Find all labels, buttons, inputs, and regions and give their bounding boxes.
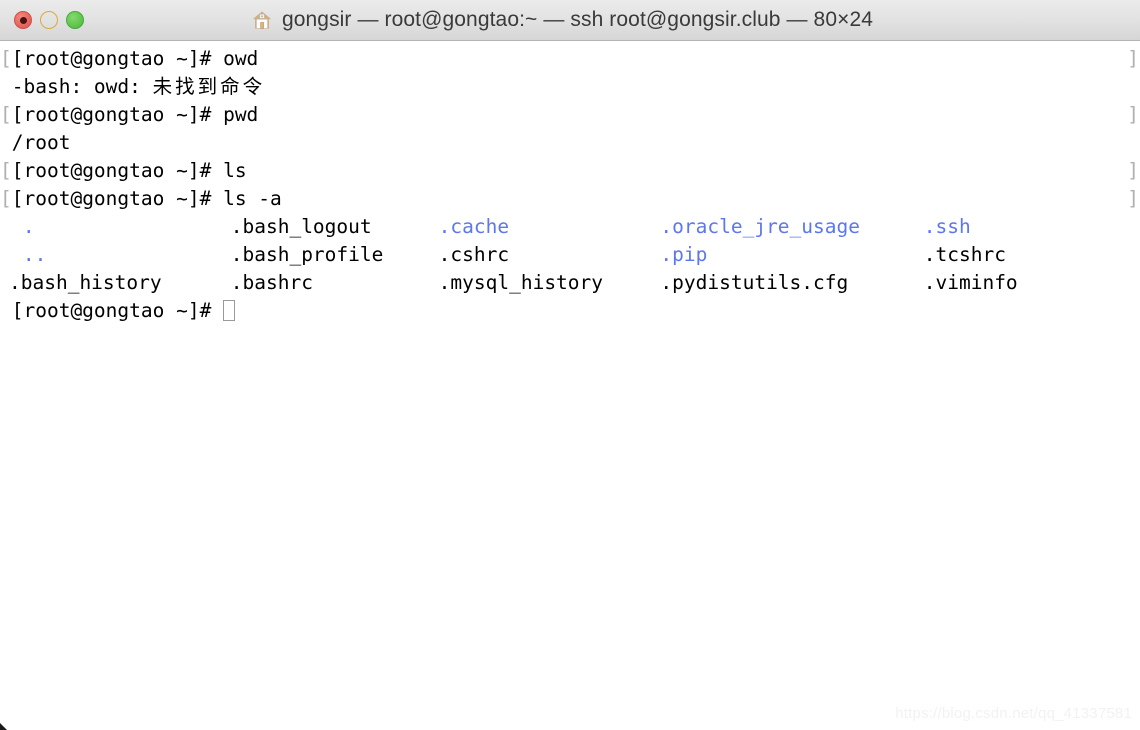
watermark: https://blog.csdn.net/qq_41337581 (895, 705, 1132, 722)
shell-prompt: [root@gongtao ~]# (11, 103, 224, 126)
file-entry: .tcshrc (923, 243, 1006, 266)
file-entry: .bash_profile (230, 243, 384, 266)
directory-entry: .. (22, 243, 47, 266)
line-5-prompt-ls: [[root@gongtao ~]# ls] (0, 157, 1140, 185)
listing-row: . .bash_logout .cache .oracle_jre_usage .ssh (0, 213, 1140, 241)
listing-row: .. .bash_profile .cshrc .pip .tcshrc (0, 241, 1140, 269)
file-entry: .mysql_history (438, 271, 604, 294)
directory-entry: . (22, 215, 35, 238)
error-text-cjk: 未找到命令 (152, 75, 266, 98)
shell-command: pwd (223, 103, 259, 126)
wrap-marker-right: ] (1127, 103, 1139, 126)
wrap-marker-right: ] (1127, 47, 1139, 70)
window-titlebar[interactable]: gongsir — root@gongtao:~ — ssh root@gong… (0, 0, 1140, 41)
maximize-button[interactable] (66, 11, 84, 29)
line-3-prompt-pwd: [[root@gongtao ~]# pwd] (0, 101, 1140, 129)
directory-entry: .cache (438, 215, 510, 238)
line-2-error: -bash: owd: 未找到命令 (0, 73, 1140, 101)
minimize-button[interactable] (40, 11, 58, 29)
corner-artifact (0, 723, 7, 730)
wrap-marker-left: [ (0, 187, 12, 210)
traffic-light-group (14, 11, 84, 29)
terminal-body[interactable]: [[root@gongtao ~]# owd] -bash: owd: 未找到命… (0, 41, 1140, 730)
listing-row: .bash_history .bashrc .mysql_history .pydis… (0, 269, 1140, 297)
directory-entry: .oracle_jre_usage (660, 215, 860, 238)
line-final-prompt: [root@gongtao ~]# (0, 297, 1140, 325)
line-1-prompt-owd: [[root@gongtao ~]# owd] (0, 45, 1140, 73)
text-cursor (223, 300, 236, 321)
terminal-window: gongsir — root@gongtao:~ — ssh root@gong… (0, 0, 1140, 730)
file-entry: .cshrc (438, 243, 510, 266)
terminal-screen: [[root@gongtao ~]# owd] -bash: owd: 未找到命… (0, 45, 1140, 325)
error-text-ascii: -bash: owd: (0, 75, 153, 98)
file-entry: .bash_logout (230, 215, 372, 238)
close-button[interactable] (14, 11, 32, 29)
file-entry: .pydistutils.cfg (660, 271, 849, 294)
shell-prompt: [root@gongtao ~]# (11, 187, 224, 210)
file-entry: .bash_history (9, 271, 162, 294)
shell-prompt: [root@gongtao ~]# (11, 159, 224, 182)
file-entry: .bashrc (230, 271, 313, 294)
shell-command: ls -a (223, 187, 282, 210)
output-text: /root (0, 131, 71, 154)
shell-prompt: [root@gongtao ~]# (11, 47, 224, 70)
shell-prompt: [root@gongtao ~]# (0, 299, 224, 322)
file-entry: .viminfo (923, 271, 1018, 294)
window-title-area: gongsir — root@gongtao:~ — ssh root@gong… (0, 0, 1140, 40)
directory-entry: .ssh (923, 215, 971, 238)
window-title-text: gongsir — root@gongtao:~ — ssh root@gong… (281, 8, 874, 31)
line-6-prompt-ls-a: [[root@gongtao ~]# ls -a] (0, 185, 1140, 213)
directory-entry: .pip (660, 243, 708, 266)
wrap-marker-right: ] (1127, 159, 1139, 182)
wrap-marker-left: [ (0, 103, 12, 126)
wrap-marker-right: ] (1127, 187, 1139, 210)
line-4-pwd-output: /root (0, 129, 1140, 157)
wrap-marker-left: [ (0, 159, 12, 182)
shell-command: owd (223, 47, 259, 70)
shell-command: ls (223, 159, 247, 182)
wrap-marker-left: [ (0, 47, 12, 70)
home-icon (252, 11, 272, 29)
